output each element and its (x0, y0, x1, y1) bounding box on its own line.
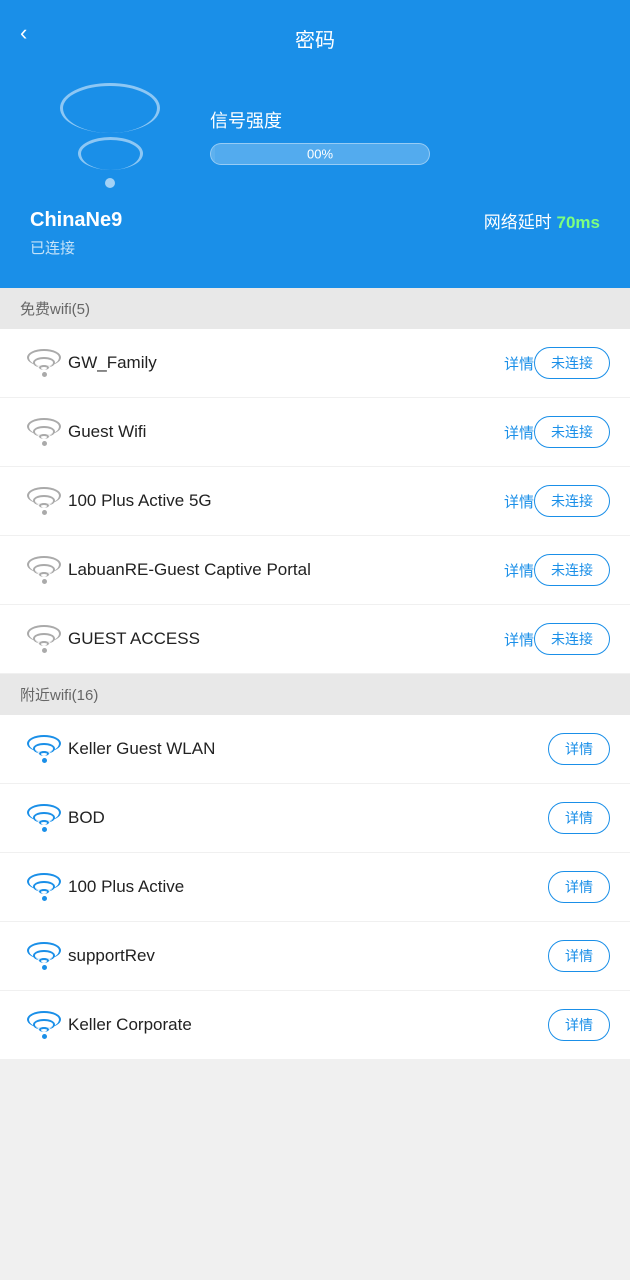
wifi-ssid: GW_Family (68, 353, 496, 373)
wifi-ssid: Guest Wifi (68, 422, 496, 442)
wifi-icon (20, 735, 68, 763)
nearby-wifi-list: Keller Guest WLAN详情BOD详情100 Plus Active详… (0, 715, 630, 1060)
connect-button[interactable]: 未连接 (534, 485, 610, 517)
connect-button[interactable]: 未连接 (534, 347, 610, 379)
latency-label: 网络延时 (484, 213, 552, 232)
latency-value: 70ms (557, 213, 600, 232)
detail-button[interactable]: 详情 (548, 802, 610, 834)
signal-progress-fill (211, 144, 215, 164)
table-row[interactable]: 100 Plus Active详情 (0, 853, 630, 922)
connected-ssid: ChinaNe9 (30, 209, 122, 232)
wifi-ssid: Keller Guest WLAN (68, 739, 548, 759)
table-row[interactable]: Guest Wifi 详情未连接 (0, 398, 630, 467)
table-row[interactable]: Keller Corporate详情 (0, 991, 630, 1060)
detail-button[interactable]: 详情 (548, 940, 610, 972)
connected-status: 已连接 (20, 237, 610, 258)
connected-name-row: ChinaNe9 网络延时 70ms (20, 208, 610, 233)
wifi-ssid: LabuanRE-Guest Captive Portal (68, 560, 496, 580)
wifi-ssid: BOD (68, 808, 548, 828)
nearby-wifi-section-header: 附近wifi(16) (0, 674, 630, 715)
detail-link[interactable]: 详情 (504, 629, 534, 650)
wifi-icon-large (30, 83, 190, 188)
detail-button[interactable]: 详情 (548, 733, 610, 765)
signal-progress-bar: 00% (210, 143, 430, 165)
detail-button[interactable]: 详情 (548, 1009, 610, 1041)
back-button[interactable]: ‹ (20, 20, 27, 46)
wifi-ssid: GUEST ACCESS (68, 629, 496, 649)
wifi-ssid: Keller Corporate (68, 1015, 548, 1035)
detail-button[interactable]: 详情 (548, 871, 610, 903)
table-row[interactable]: supportRev详情 (0, 922, 630, 991)
wifi-icon (20, 804, 68, 832)
table-row[interactable]: LabuanRE-Guest Captive Portal 详情未连接 (0, 536, 630, 605)
wifi-icon (20, 942, 68, 970)
table-row[interactable]: GW_Family 详情未连接 (0, 329, 630, 398)
signal-section: 信号强度 00% (210, 107, 600, 165)
page-title: 密码 (20, 20, 610, 53)
detail-link[interactable]: 详情 (504, 560, 534, 581)
connected-info: 信号强度 00% (20, 83, 610, 188)
wifi-ssid: 100 Plus Active 5G (68, 491, 496, 511)
detail-link[interactable]: 详情 (504, 422, 534, 443)
connect-button[interactable]: 未连接 (534, 416, 610, 448)
connect-button[interactable]: 未连接 (534, 623, 610, 655)
wifi-icon (20, 556, 68, 584)
detail-link[interactable]: 详情 (504, 491, 534, 512)
connect-button[interactable]: 未连接 (534, 554, 610, 586)
wifi-icon (20, 349, 68, 377)
table-row[interactable]: 100 Plus Active 5G 详情未连接 (0, 467, 630, 536)
detail-link[interactable]: 详情 (504, 353, 534, 374)
signal-percent: 00% (307, 146, 333, 161)
header-section: ‹ 密码 信号强度 00% ChinaNe9 网络延时 70ms 已连接 (0, 0, 630, 288)
wifi-icon (20, 625, 68, 653)
wifi-dot (105, 178, 115, 188)
wifi-ssid: 100 Plus Active (68, 877, 548, 897)
table-row[interactable]: BOD详情 (0, 784, 630, 853)
wifi-arc-outer (60, 83, 160, 133)
free-wifi-section-header: 免费wifi(5) (0, 288, 630, 329)
signal-label: 信号强度 (210, 107, 282, 133)
wifi-icon (20, 418, 68, 446)
wifi-icon (20, 1011, 68, 1039)
table-row[interactable]: Keller Guest WLAN详情 (0, 715, 630, 784)
wifi-arc-inner (78, 137, 143, 170)
free-wifi-list: GW_Family详情未连接Guest Wifi详情未连接100 Plus Ac… (0, 329, 630, 674)
latency-info: 网络延时 70ms (484, 208, 600, 233)
wifi-ssid: supportRev (68, 946, 548, 966)
table-row[interactable]: GUEST ACCESS 详情未连接 (0, 605, 630, 674)
wifi-icon (20, 487, 68, 515)
wifi-icon (20, 873, 68, 901)
